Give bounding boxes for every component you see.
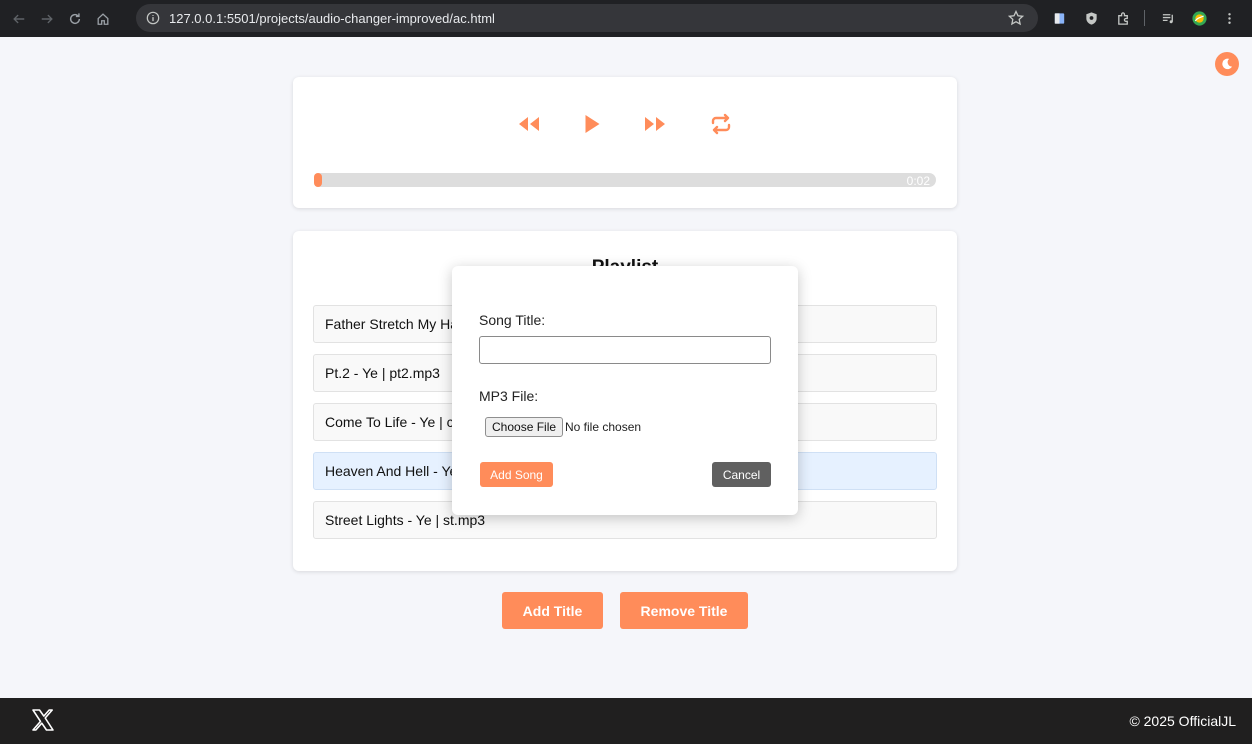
play-icon[interactable]: [577, 109, 607, 139]
mp3-file-label: MP3 File:: [479, 388, 539, 404]
copyright-text: © 2025 OfficialJL: [1129, 713, 1236, 729]
info-icon[interactable]: [145, 10, 161, 26]
address-bar[interactable]: 127.0.0.1:5501/projects/audio-changer-im…: [136, 4, 1038, 32]
remove-title-button[interactable]: Remove Title: [620, 592, 748, 629]
extension-icon[interactable]: [1049, 8, 1069, 28]
player-card: 0:02: [293, 77, 957, 208]
url-text[interactable]: 127.0.0.1:5501/projects/audio-changer-im…: [169, 11, 495, 26]
add-song-dialog: Song Title: MP3 File: Choose File No fil…: [452, 266, 798, 515]
profile-icon[interactable]: [1189, 8, 1209, 28]
cancel-button[interactable]: Cancel: [712, 462, 771, 487]
progress-bar[interactable]: 0:02: [314, 173, 936, 188]
puzzle-icon[interactable]: [1113, 8, 1133, 28]
song-title-label: Song Title:: [479, 312, 546, 328]
current-time: 0:02: [906, 174, 930, 188]
x-logo-icon[interactable]: [31, 708, 55, 732]
footer: © 2025 OfficialJL: [0, 698, 1252, 744]
browser-toolbar: 127.0.0.1:5501/projects/audio-changer-im…: [0, 0, 1252, 37]
add-song-button[interactable]: Add Song: [480, 462, 553, 487]
star-icon[interactable]: [1007, 9, 1025, 26]
theme-toggle-button[interactable]: [1215, 52, 1239, 76]
reload-icon[interactable]: [64, 8, 86, 30]
repeat-icon[interactable]: [706, 109, 736, 139]
choose-file-button[interactable]: Choose File: [485, 417, 564, 437]
media-icon[interactable]: [1158, 8, 1178, 28]
home-icon[interactable]: [92, 8, 114, 30]
file-status-text: No file chosen: [565, 420, 642, 434]
moon-icon: [1222, 58, 1233, 70]
toolbar-divider: [1144, 10, 1145, 26]
progress-fill: [314, 173, 322, 187]
shield-icon[interactable]: [1081, 8, 1101, 28]
forward-icon[interactable]: [36, 8, 58, 30]
fast-forward-icon[interactable]: [640, 109, 670, 139]
add-title-button[interactable]: Add Title: [502, 592, 603, 629]
back-icon[interactable]: [8, 8, 30, 30]
kebab-menu-icon[interactable]: [1219, 8, 1239, 28]
song-title-input[interactable]: [479, 336, 771, 364]
rewind-icon[interactable]: [514, 109, 544, 139]
